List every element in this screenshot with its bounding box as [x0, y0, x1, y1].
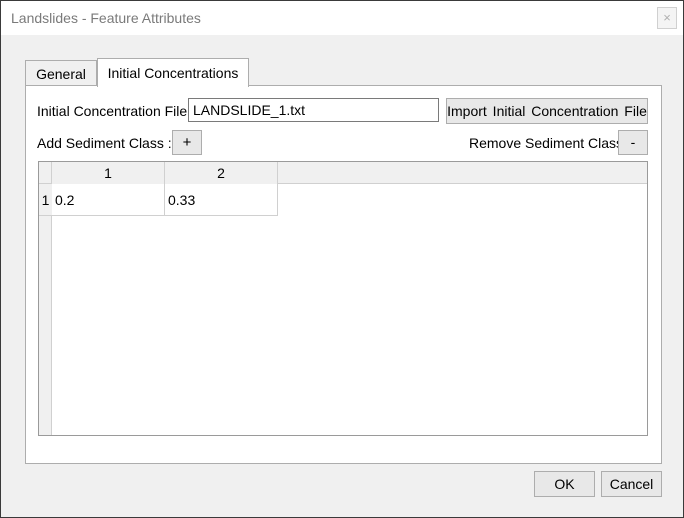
table-cell[interactable]: 0.2	[52, 184, 165, 216]
table-cell[interactable]: 0.33	[165, 184, 278, 216]
row-header[interactable]: 1	[39, 184, 52, 216]
close-icon: ×	[663, 10, 671, 25]
initial-concentration-file-input[interactable]: LANDSLIDE_1.txt	[188, 98, 439, 122]
add-sediment-class-label: Add Sediment Class :	[37, 135, 172, 151]
close-button[interactable]: ×	[657, 7, 677, 29]
initial-concentration-file-label: Initial Concentration File	[37, 103, 188, 119]
column-header[interactable]: 2	[165, 162, 278, 184]
remove-sediment-class-label: Remove Sediment Class	[469, 135, 624, 151]
dialog-window: Landslides - Feature Attributes × Genera…	[0, 0, 684, 518]
import-initial-concentration-file-button[interactable]: Import Initial Concentration File	[446, 98, 648, 124]
ok-button[interactable]: OK	[534, 471, 595, 497]
table-corner[interactable]	[39, 162, 52, 184]
cancel-button[interactable]: Cancel	[601, 471, 662, 497]
row-header-strip	[39, 184, 52, 435]
tab-general[interactable]: General	[25, 60, 97, 86]
tab-initial-concentrations[interactable]: Initial Concentrations	[97, 58, 249, 87]
add-sediment-class-button[interactable]: +	[172, 130, 202, 155]
window-title: Landslides - Feature Attributes	[11, 10, 201, 26]
concentration-table[interactable]: 1 2 1 0.2 0.33	[38, 161, 648, 436]
column-header[interactable]: 1	[52, 162, 165, 184]
title-bar[interactable]: Landslides - Feature Attributes ×	[1, 1, 683, 35]
remove-sediment-class-button[interactable]: -	[618, 130, 648, 155]
